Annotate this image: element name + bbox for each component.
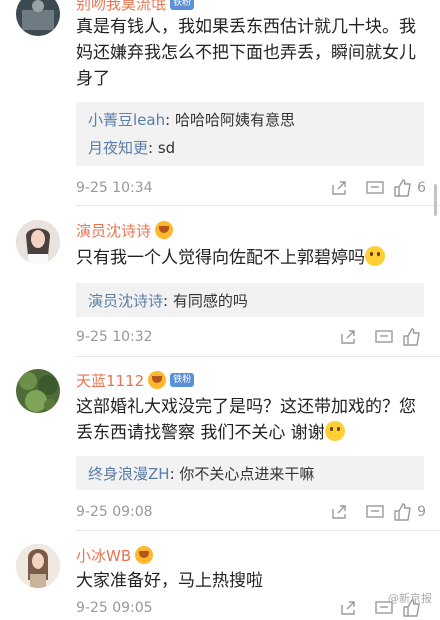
comment-text: 这部婚礼大戏没完了是吗？这还带加戏的？您丢东西请找警察 我们不关心 谢谢: [76, 397, 416, 443]
username-text: 别吻我莫流氓: [76, 0, 167, 13]
reply-text: sd: [157, 139, 176, 157]
reply-box[interactable]: 终身浪漫ZH: 你不关心点进来干嘛: [76, 456, 424, 490]
timestamp: 9-25 10:34: [76, 180, 153, 196]
comment-meta: 9-25 09:08 9: [76, 500, 426, 524]
reply-text: 哈哈哈阿姨有意思: [174, 111, 295, 129]
username[interactable]: 演员沈诗诗: [76, 219, 174, 241]
vip-crown-icon: [148, 371, 167, 389]
comment-meta: 9-25 10:34 6: [76, 176, 426, 200]
thumbs-up-icon: [394, 503, 411, 521]
fan-badge: 铁粉: [170, 373, 195, 387]
reply-text: 有同感的吗: [172, 292, 248, 310]
share-icon[interactable]: [321, 176, 357, 200]
reply-item[interactable]: 终身浪漫ZH: 你不关心点进来干嘛: [88, 460, 412, 488]
divider: [76, 356, 440, 357]
watermark: @新京报: [388, 592, 432, 605]
share-icon[interactable]: [330, 596, 366, 620]
vip-crown-icon: [135, 546, 154, 564]
avatar[interactable]: [16, 0, 60, 36]
like-count: 6: [417, 180, 426, 196]
username-text: 演员沈诗诗: [76, 221, 152, 240]
timestamp: 9-25 09:08: [76, 504, 153, 520]
timestamp: 9-25 10:32: [76, 329, 153, 345]
thumbs-up-icon: [403, 328, 420, 346]
username[interactable]: 别吻我莫流氓 铁粉: [76, 0, 195, 14]
emoji-icon: [365, 246, 385, 266]
divider: [76, 530, 440, 531]
like-button[interactable]: 9: [393, 500, 426, 524]
comment-text: 大家准备好，马上热搜啦: [76, 571, 263, 591]
avatar[interactable]: [16, 544, 60, 588]
reply-box[interactable]: 演员沈诗诗: 有同感的吗: [76, 283, 424, 317]
avatar[interactable]: [16, 220, 60, 264]
reply-username[interactable]: 月夜知更: [88, 139, 148, 157]
comment-icon[interactable]: [357, 176, 393, 200]
comment-icon[interactable]: [357, 500, 393, 524]
vip-crown-icon: [155, 221, 174, 239]
username-text: 天蓝1112: [76, 371, 145, 390]
comment-text: 只有我一个人觉得向佐配不上郭碧婷吗: [76, 245, 416, 271]
like-button[interactable]: [402, 325, 426, 349]
reply-username[interactable]: 演员沈诗诗: [88, 292, 163, 310]
thumbs-up-icon: [394, 179, 411, 197]
username[interactable]: 天蓝1112 铁粉: [76, 369, 195, 391]
share-icon[interactable]: [330, 325, 366, 349]
comment-meta: 9-25 10:32: [76, 325, 426, 349]
scrollbar[interactable]: [434, 184, 437, 216]
username-text: 小冰WB: [76, 546, 132, 565]
timestamp: 9-25 09:05: [76, 600, 153, 616]
like-count: 9: [417, 504, 426, 520]
username[interactable]: 小冰WB: [76, 544, 154, 566]
avatar[interactable]: [16, 369, 60, 413]
share-icon[interactable]: [321, 500, 357, 524]
fan-badge: 铁粉: [170, 0, 195, 10]
reply-username[interactable]: 小菁豆leah: [88, 111, 165, 129]
reply-item[interactable]: 月夜知更: sd: [88, 134, 412, 162]
reply-username[interactable]: 终身浪漫ZH: [88, 465, 170, 483]
comment-meta: 9-25 09:05: [76, 596, 426, 620]
like-button[interactable]: 6: [393, 176, 426, 200]
reply-box[interactable]: 小菁豆leah: 哈哈哈阿姨有意思 月夜知更: sd: [76, 102, 424, 166]
comment-icon[interactable]: [366, 325, 402, 349]
reply-item[interactable]: 小菁豆leah: 哈哈哈阿姨有意思: [88, 106, 412, 134]
reply-item[interactable]: 演员沈诗诗: 有同感的吗: [88, 287, 412, 315]
reply-text: 你不关心点进来干嘛: [179, 465, 315, 483]
emoji-icon: [324, 421, 345, 441]
comment-text: 真是有钱人，我如果丢东西估计就几十块。我妈还嫌弃我怎么不把下面也弄丢，瞬间就女儿…: [76, 17, 416, 89]
divider: [76, 205, 440, 206]
